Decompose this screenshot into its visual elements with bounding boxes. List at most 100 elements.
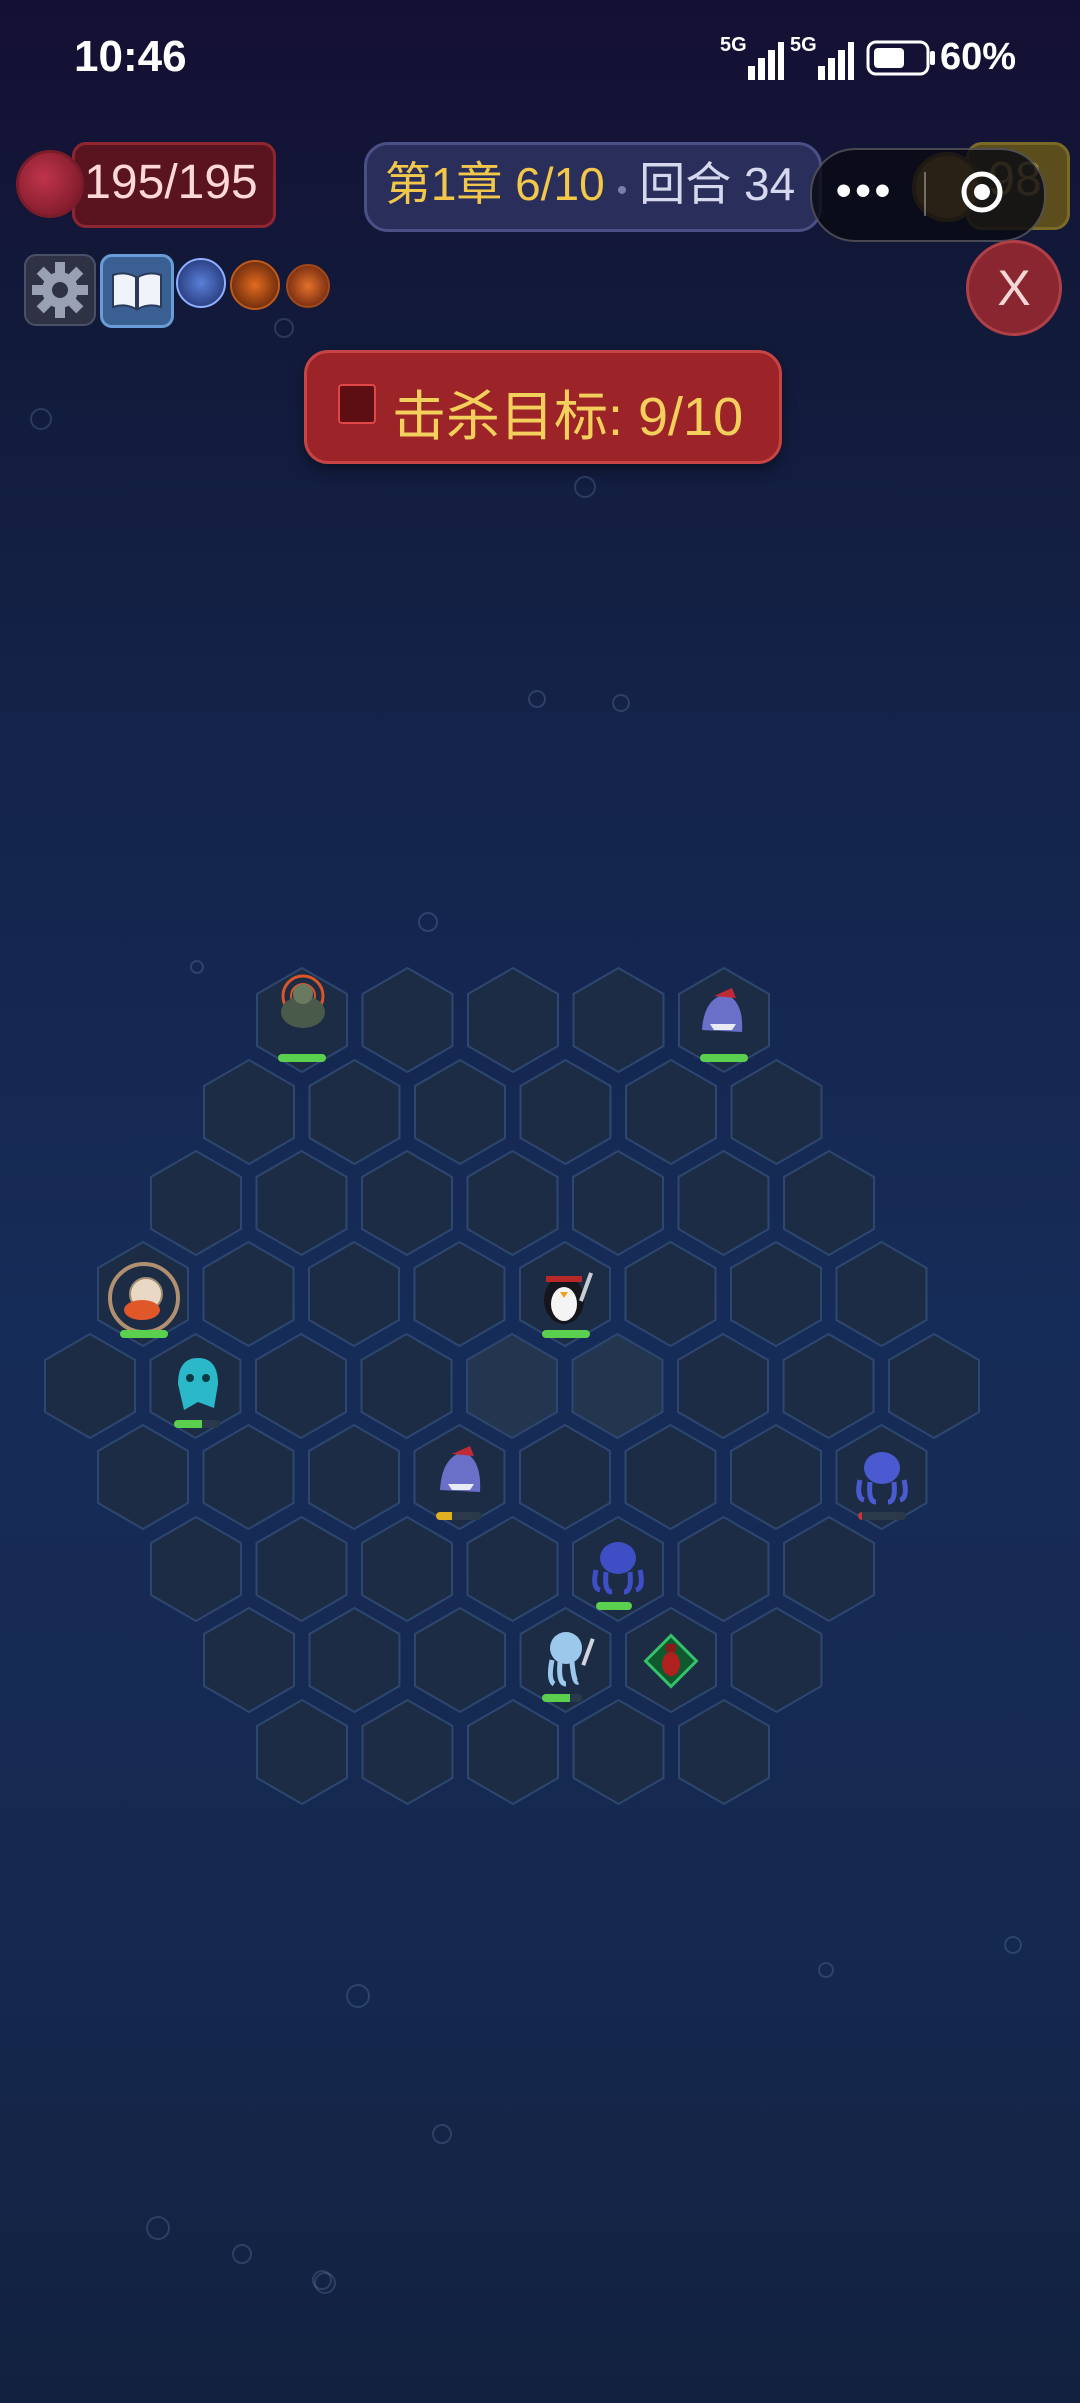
hp-bar: [542, 1694, 582, 1702]
hex-tile[interactable]: [202, 1240, 295, 1348]
bubble-decor: [1004, 1936, 1022, 1954]
penguin-player[interactable]: [536, 1262, 596, 1328]
signal-icon-1: 5G: [720, 34, 786, 80]
hex-tile[interactable]: [571, 1332, 664, 1440]
bubble-decor: [312, 2270, 332, 2290]
hex-tile[interactable]: [678, 1698, 770, 1806]
status-time: 10:46: [74, 32, 187, 81]
more-menu-button[interactable]: •••: [836, 166, 894, 216]
hex-tile[interactable]: [361, 1515, 453, 1623]
hex-tile[interactable]: [677, 1332, 769, 1440]
hex-tile[interactable]: [624, 1423, 717, 1531]
hex-tile[interactable]: [624, 1240, 717, 1348]
hex-tile[interactable]: [202, 1423, 295, 1531]
hex-tile[interactable]: [413, 1240, 506, 1348]
signal-bars-icon: [818, 42, 854, 80]
bubble-decor: [346, 1984, 370, 2008]
close-button[interactable]: X: [966, 240, 1062, 336]
hex-tile[interactable]: [97, 1423, 189, 1531]
hex-tile[interactable]: [572, 1149, 664, 1257]
squid-ally[interactable]: [536, 1626, 600, 1690]
battery-icon: [866, 40, 935, 76]
hex-tile[interactable]: [782, 1332, 875, 1440]
hex-tile[interactable]: [466, 1149, 559, 1257]
hex-tile[interactable]: [730, 1058, 823, 1166]
hex-tile[interactable]: [466, 1332, 558, 1440]
settings-button[interactable]: [24, 254, 96, 326]
hex-tile[interactable]: [203, 1058, 295, 1166]
jelly-ghost-enemy[interactable]: [170, 1352, 226, 1418]
hex-tile[interactable]: [572, 966, 665, 1074]
health-potion-pickup[interactable]: [640, 1630, 702, 1692]
bubble-decor: [274, 318, 294, 338]
hex-tile[interactable]: [888, 1332, 980, 1440]
shark-icon: [440, 1446, 481, 1492]
hex-tile[interactable]: [255, 1332, 347, 1440]
book-icon: [112, 272, 162, 311]
ghost-icon: [178, 1358, 218, 1410]
hex-tile[interactable]: [625, 1058, 717, 1166]
hp-bar: [542, 1330, 590, 1338]
chapter-label: 第1章 6/10: [384, 158, 605, 210]
codex-button[interactable]: [100, 254, 174, 328]
turtle-enemy[interactable]: [270, 970, 336, 1040]
shark-icon: [702, 988, 743, 1032]
octopus-enemy-bottom[interactable]: [586, 1536, 650, 1596]
hex-tile[interactable]: [308, 1606, 401, 1714]
hex-tile[interactable]: [730, 1606, 823, 1714]
lightning-skill-icon[interactable]: [176, 258, 226, 308]
flame-ring-skill-icon[interactable]: [286, 264, 330, 308]
hex-tile[interactable]: [414, 1606, 506, 1714]
shark-enemy-top[interactable]: [692, 984, 752, 1044]
hp-bar: [120, 1330, 168, 1338]
turtle-icon: [281, 974, 325, 1028]
close-miniprogram-icon[interactable]: [960, 170, 1004, 214]
hex-tile[interactable]: [572, 1698, 665, 1806]
hex-tile[interactable]: [203, 1606, 295, 1714]
hp-bar: [174, 1420, 220, 1428]
bubble-decor: [528, 690, 546, 708]
penguin-icon: [544, 1272, 594, 1324]
hex-tile[interactable]: [783, 1515, 875, 1623]
hex-tile[interactable]: [44, 1332, 136, 1440]
hex-board[interactable]: [0, 940, 1080, 1840]
octopus-enemy-right[interactable]: [850, 1446, 914, 1506]
bubble-decor: [30, 408, 52, 430]
fire-skill-icon[interactable]: [230, 260, 280, 310]
hp-bar: [436, 1512, 482, 1520]
hex-tile[interactable]: [730, 1423, 822, 1531]
status-bar: 10:46 5G 5G 60%: [0, 0, 1080, 120]
hex-tile[interactable]: [414, 1058, 506, 1166]
bubble-decor: [612, 694, 630, 712]
hp-bar: [596, 1602, 632, 1610]
hex-tile[interactable]: [256, 1698, 348, 1806]
potion-icon: [643, 1633, 699, 1689]
hex-tile[interactable]: [255, 1515, 348, 1623]
hex-tile[interactable]: [519, 1423, 611, 1531]
hex-tile[interactable]: [519, 1058, 612, 1166]
hex-tile[interactable]: [835, 1240, 928, 1348]
hex-tile[interactable]: [730, 1240, 822, 1348]
hermit-crab-enemy[interactable]: [106, 1260, 182, 1336]
hex-tile[interactable]: [467, 966, 559, 1074]
shark-enemy-mid[interactable]: [430, 1442, 490, 1504]
octopus-icon: [592, 1542, 644, 1595]
hex-tile[interactable]: [467, 1698, 559, 1806]
hex-tile[interactable]: [677, 1515, 770, 1623]
crab-icon: [108, 1262, 180, 1334]
hex-tile[interactable]: [361, 1149, 453, 1257]
hex-tile[interactable]: [466, 1515, 559, 1623]
hex-tile[interactable]: [361, 1698, 454, 1806]
hex-tile[interactable]: [361, 966, 454, 1074]
bubble-decor: [418, 912, 438, 932]
hex-tile[interactable]: [783, 1149, 875, 1257]
hex-tile[interactable]: [308, 1058, 401, 1166]
hex-tile[interactable]: [255, 1149, 348, 1257]
hex-tile[interactable]: [677, 1149, 770, 1257]
chapter-round-label: 第1章 6/10 • 回合 34: [364, 142, 816, 233]
hex-tile[interactable]: [308, 1423, 400, 1531]
hex-tile[interactable]: [308, 1240, 400, 1348]
hex-tile[interactable]: [150, 1515, 242, 1623]
hex-tile[interactable]: [360, 1332, 453, 1440]
hex-tile[interactable]: [150, 1149, 242, 1257]
